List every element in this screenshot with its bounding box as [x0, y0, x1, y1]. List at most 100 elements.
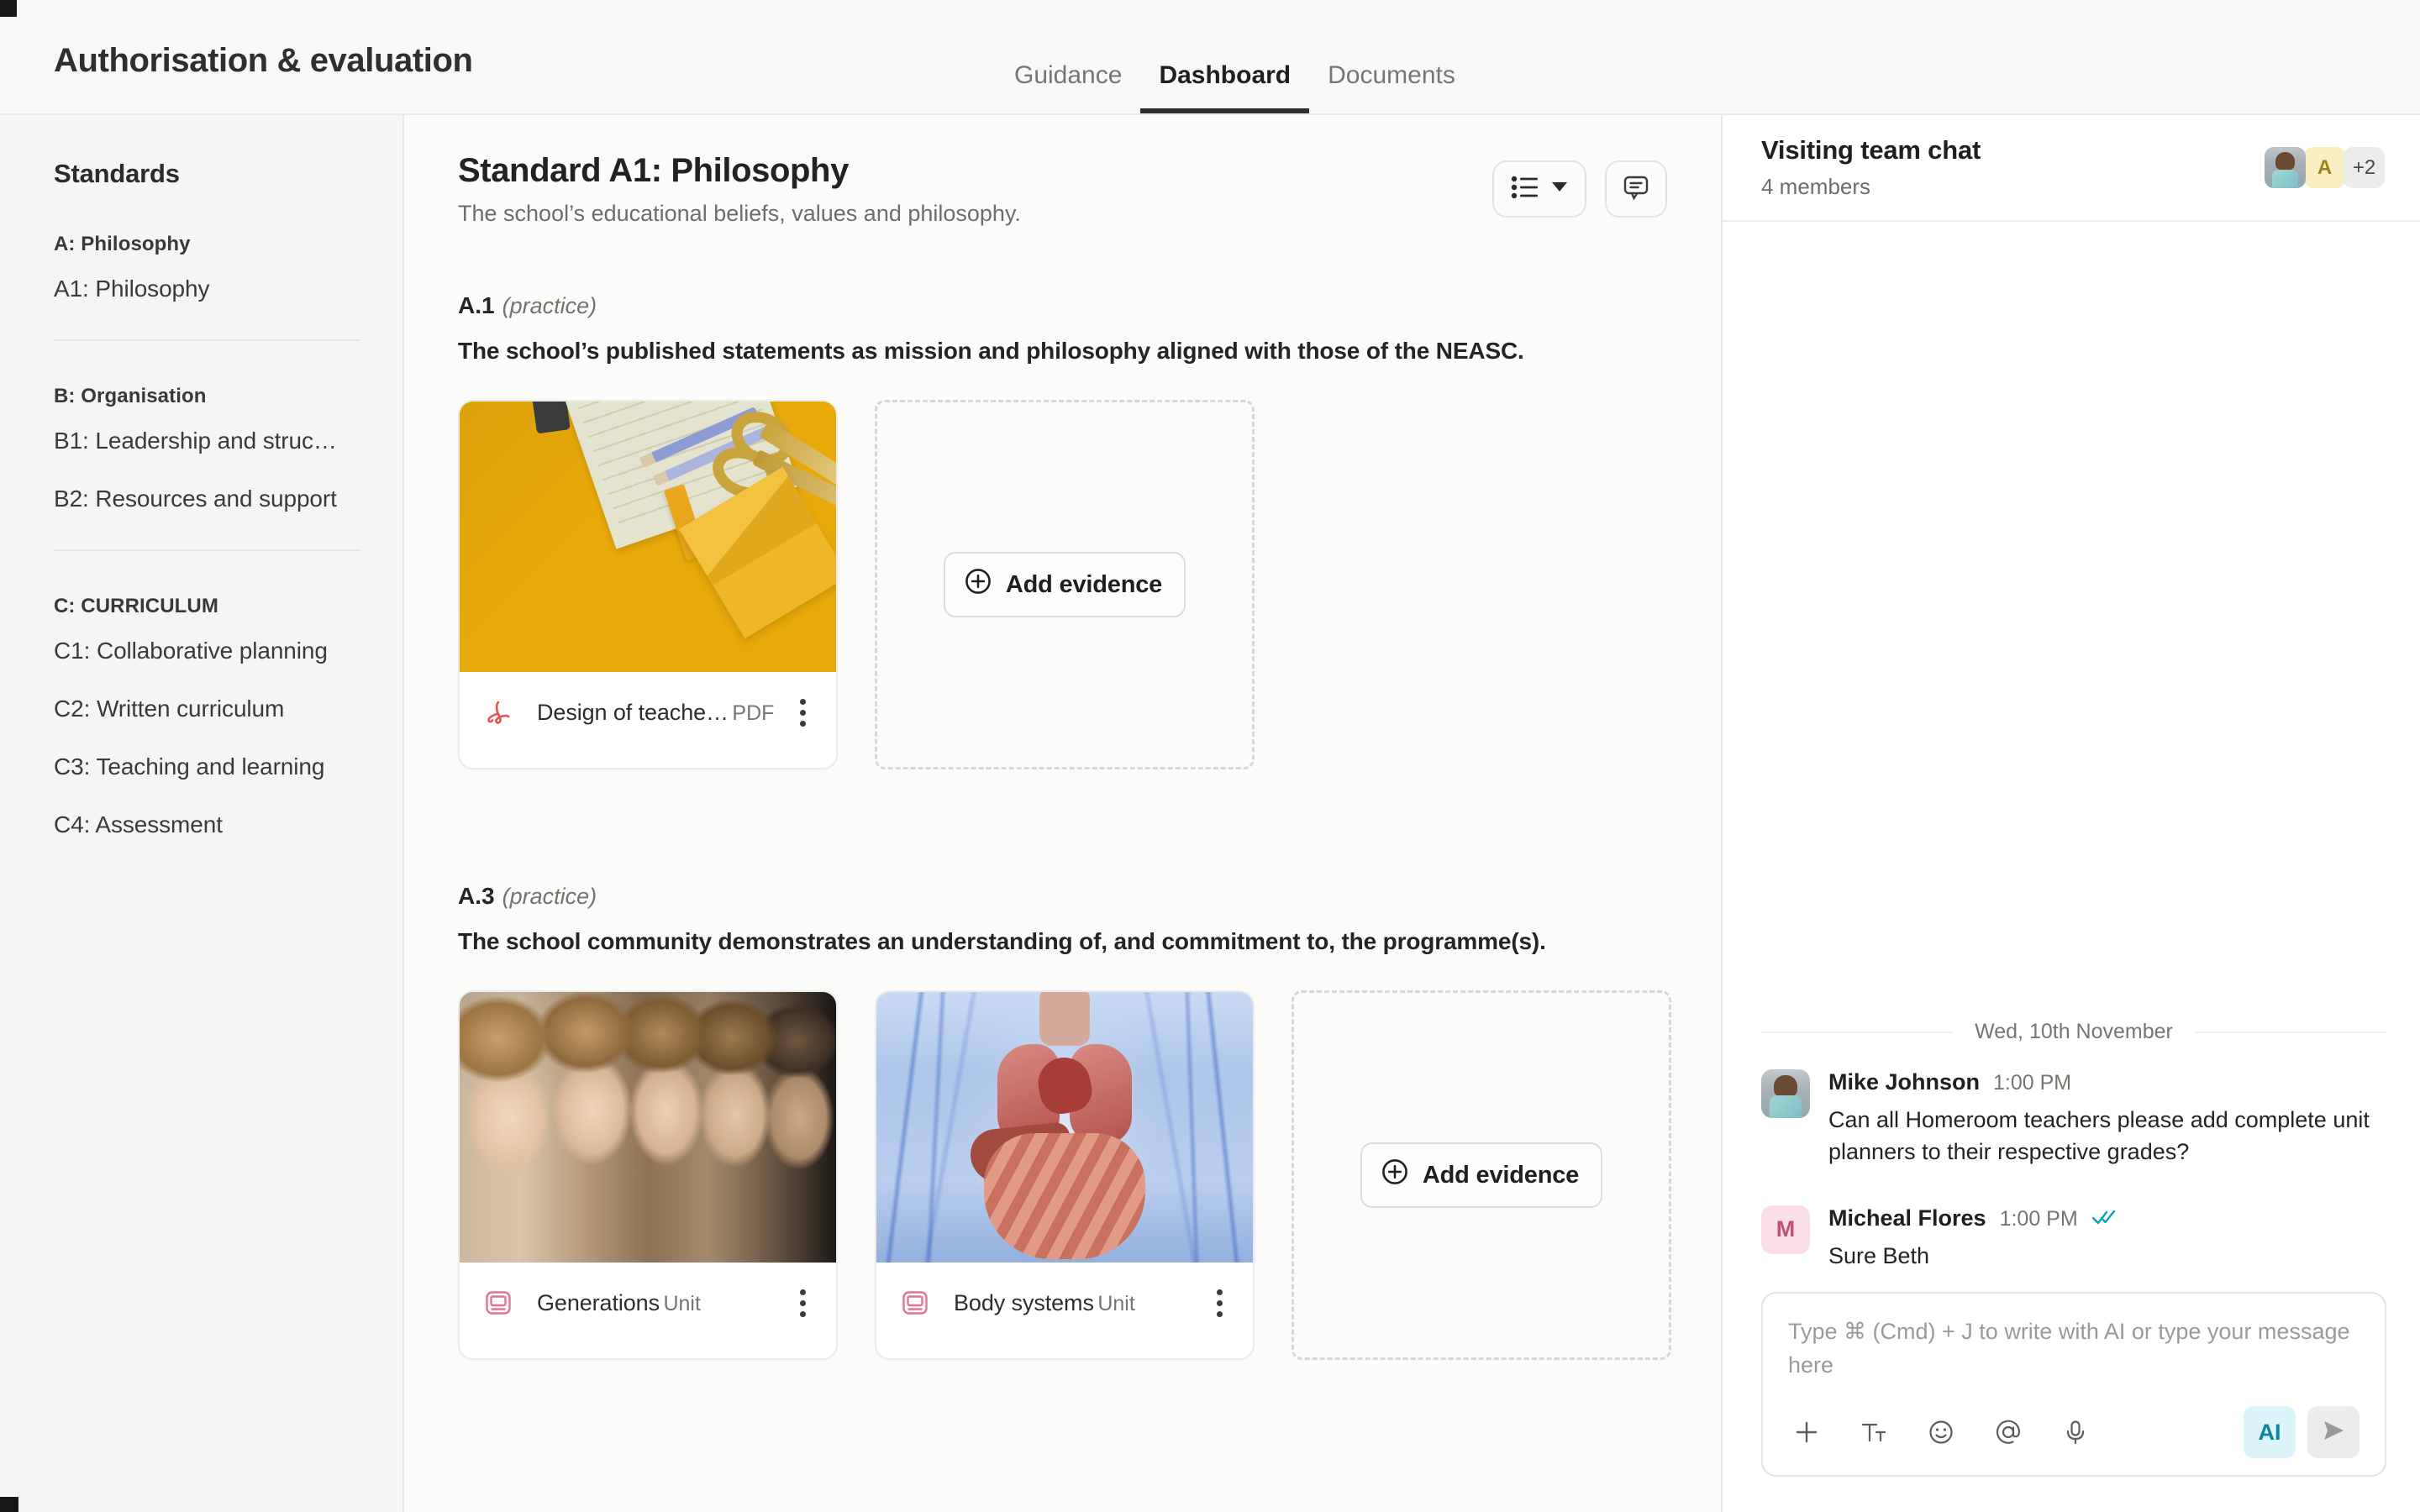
chat-date-separator: Wed, 10th November [1761, 1020, 2386, 1044]
evidence-card-text: Body systems Unit [954, 1290, 1192, 1316]
evidence-thumbnail [876, 992, 1253, 1263]
message-author: Micheal Flores [1828, 1205, 1986, 1231]
main-nav-tabs: Guidance Dashboard Documents [996, 63, 1474, 113]
evidence-card-type: Unit [663, 1291, 701, 1315]
page-title: Authorisation & evaluation [54, 42, 473, 79]
mention-icon[interactable] [1990, 1414, 2027, 1451]
evidence-card-generations[interactable]: Generations Unit [458, 990, 838, 1360]
composer-actions: AI [2244, 1406, 2360, 1458]
chat-message-body: Micheal Flores 1:00 PM Sure Beth [1828, 1205, 2386, 1272]
microphone-icon[interactable] [2057, 1414, 2094, 1451]
chat-message-header: Micheal Flores 1:00 PM [1828, 1205, 2386, 1231]
avatar [1761, 1069, 1810, 1119]
message-timestamp: 1:00 PM [1999, 1206, 2078, 1231]
emoji-icon[interactable] [1923, 1414, 1960, 1451]
sidebar-title: Standards [54, 159, 180, 188]
list-view-icon [1511, 176, 1539, 203]
section-a3-code-row: A.3 (practice) [458, 883, 1672, 910]
message-timestamp: 1:00 PM [1993, 1071, 2072, 1095]
avatar-photo[interactable] [2265, 147, 2306, 188]
chat-message-header: Mike Johnson 1:00 PM [1828, 1069, 2386, 1095]
standard-header-text: Standard A1: Philosophy The school’s edu… [404, 115, 1021, 227]
plus-circle-icon [1381, 1158, 1409, 1193]
evidence-card-body-systems[interactable]: Body systems Unit [875, 990, 1255, 1360]
standards-group-c: C: CURRICULUM C1: Collaborative planning… [0, 551, 402, 853]
chat-header-text: Visiting team chat 4 members [1761, 135, 1981, 200]
standard-title: Standard A1: Philosophy [458, 152, 849, 189]
composer-tools [1788, 1414, 2094, 1451]
message-author: Mike Johnson [1828, 1069, 1981, 1095]
standard-header-actions [1492, 115, 1672, 218]
evidence-card-name: Design of teache… [537, 699, 729, 725]
send-icon [2321, 1418, 2346, 1447]
read-receipt-icon [2091, 1209, 2117, 1230]
cursor-artifact-top-left [0, 0, 17, 17]
view-mode-dropdown[interactable] [1492, 160, 1586, 218]
section-a1-code-row: A.1 (practice) [458, 292, 1672, 319]
chat-message-list: Wed, 10th November Mike Johnson 1:00 PM … [1723, 222, 2420, 1292]
avatar: M [1761, 1205, 1810, 1254]
app-root: Authorisation & evaluation Guidance Dash… [0, 0, 2420, 1512]
text-format-icon[interactable] [1855, 1414, 1892, 1451]
tab-documents[interactable]: Documents [1309, 63, 1474, 113]
evidence-card-menu-button[interactable] [1206, 1289, 1239, 1317]
plus-circle-icon [964, 567, 992, 602]
standards-sidebar: Standards A: Philosophy A1: Philosophy B… [0, 115, 404, 1512]
group-heading-a: A: Philosophy [54, 233, 191, 255]
chat-composer[interactable]: Type ⌘ (Cmd) + J to write with AI or typ… [1761, 1292, 2386, 1477]
chevron-down-icon [1551, 181, 1568, 197]
tab-dashboard[interactable]: Dashboard [1140, 63, 1310, 113]
evidence-card-menu-button[interactable] [789, 1289, 823, 1317]
sidebar-item-c3[interactable]: C3: Teaching and learning [54, 738, 360, 795]
evidence-card-type: PDF [732, 701, 775, 725]
chat-panel: Visiting team chat 4 members A +2 Wed, 1… [1721, 115, 2420, 1512]
standards-group-a: A: Philosophy A1: Philosophy [0, 189, 402, 341]
standard-subtitle: The school’s educational beliefs, values… [458, 201, 1021, 226]
comment-button[interactable] [1605, 160, 1667, 218]
section-a3: A.3 (practice) The school community demo… [404, 883, 1672, 1360]
section-kind: (practice) [502, 884, 597, 909]
sidebar-item-c2[interactable]: C2: Written curriculum [54, 680, 360, 738]
chat-date-label: Wed, 10th November [1975, 1020, 2173, 1044]
sidebar-item-a1[interactable]: A1: Philosophy [54, 260, 360, 318]
plus-icon[interactable] [1788, 1414, 1825, 1451]
evidence-card-meta: Generations Unit [460, 1263, 836, 1347]
body-row: Standards A: Philosophy A1: Philosophy B… [0, 115, 2420, 1512]
chat-member-count: 4 members [1761, 174, 1871, 199]
sidebar-item-c1[interactable]: C1: Collaborative planning [54, 622, 360, 680]
section-a1: A.1 (practice) The school’s published st… [404, 292, 1672, 769]
add-evidence-button-a3[interactable]: Add evidence [1360, 1142, 1603, 1208]
avatar-initial[interactable]: A [2304, 147, 2345, 188]
evidence-card-menu-button[interactable] [789, 698, 823, 727]
sidebar-item-c4[interactable]: C4: Assessment [54, 795, 360, 853]
evidence-card-name: Generations [537, 1289, 660, 1315]
section-code: A.1 [458, 292, 495, 318]
chat-member-avatars[interactable]: A +2 [2265, 147, 2385, 188]
unit-icon [473, 1278, 523, 1328]
sidebar-item-b1[interactable]: B1: Leadership and struc… [54, 412, 360, 470]
section-a3-description: The school community demonstrates an und… [458, 928, 1546, 954]
chat-title: Visiting team chat [1761, 135, 1981, 165]
sidebar-item-b2[interactable]: B2: Resources and support [54, 470, 360, 528]
message-input[interactable]: Type ⌘ (Cmd) + J to write with AI or typ… [1788, 1315, 2360, 1388]
evidence-card-name: Body systems [954, 1289, 1094, 1315]
message-text: Sure Beth [1828, 1242, 1930, 1268]
message-text: Can all Homeroom teachers please add com… [1828, 1107, 2370, 1165]
evidence-card-text: Design of teache… PDF [537, 700, 776, 726]
add-evidence-button-a1[interactable]: Add evidence [943, 552, 1186, 617]
ai-write-button[interactable]: AI [2244, 1406, 2296, 1458]
standards-group-b: B: Organisation B1: Leadership and struc… [0, 341, 402, 551]
add-evidence-dropzone-a1[interactable]: Add evidence [875, 400, 1255, 769]
evidence-card-pdf[interactable]: Design of teache… PDF [458, 400, 838, 769]
pdf-icon [473, 687, 523, 738]
section-code: A.3 [458, 883, 495, 909]
evidence-card-meta: Design of teache… PDF [460, 672, 836, 756]
add-evidence-label: Add evidence [1422, 1161, 1580, 1189]
evidence-card-text: Generations Unit [537, 1290, 776, 1316]
tab-guidance[interactable]: Guidance [996, 63, 1140, 113]
avatar-overflow-count[interactable]: +2 [2344, 147, 2385, 188]
section-a3-cards: Generations Unit Body systems Unit Add e… [458, 990, 1672, 1360]
add-evidence-dropzone-a3[interactable]: Add evidence [1292, 990, 1671, 1360]
group-heading-b: B: Organisation [54, 385, 207, 407]
send-button[interactable] [2307, 1406, 2360, 1458]
